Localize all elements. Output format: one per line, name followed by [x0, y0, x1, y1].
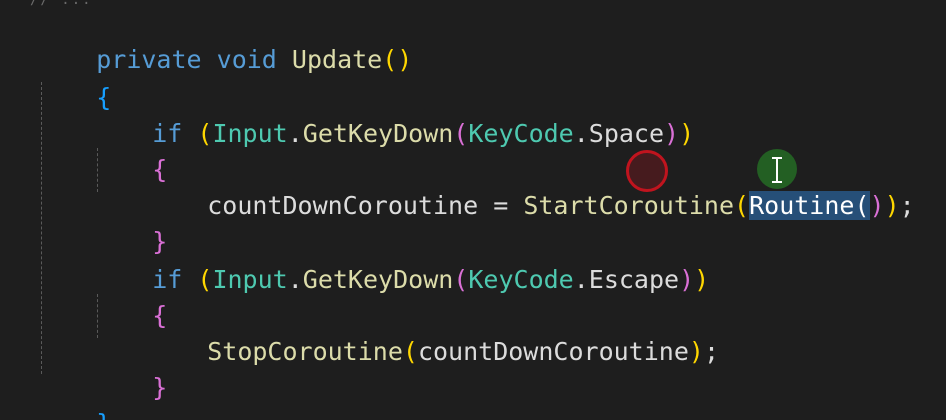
method-name-update: Update [291, 45, 383, 74]
paren-open: ( [854, 191, 870, 220]
code-line-stop-coroutine[interactable]: StopCoroutine(countDownCoroutine); [147, 298, 719, 366]
paren-open: ( [453, 119, 469, 148]
paren-close: ) [884, 191, 900, 220]
dot: . [287, 119, 303, 148]
paren-close: ) [679, 119, 695, 148]
code-line-close-brace-method[interactable]: } [36, 370, 111, 420]
code-line-start-coroutine[interactable]: countDownCoroutine = StartCoroutine(Rout… [147, 152, 915, 220]
paren-close: ) [664, 119, 680, 148]
text-cursor-icon [772, 157, 782, 183]
enum-member-escape: Escape [588, 265, 680, 294]
paren-open: ( [734, 191, 750, 220]
paren-close: ) [397, 45, 413, 74]
semicolon: ; [703, 337, 720, 366]
keyword-private: private [96, 45, 202, 74]
paren-close: ) [694, 265, 710, 294]
paren-open: ( [453, 265, 469, 294]
method-stop-coroutine: StopCoroutine [207, 337, 403, 366]
code-line-open-brace[interactable]: { [36, 44, 111, 112]
method-get-key-down: GetKeyDown [302, 265, 454, 294]
enum-keycode: KeyCode [468, 119, 574, 148]
paren-open: ( [382, 45, 398, 74]
paren-open: ( [197, 265, 213, 294]
click-indicator-red [626, 150, 668, 192]
selected-routine-call[interactable]: Routine [749, 191, 855, 220]
brace-close: } [96, 409, 111, 420]
code-line-method-signature[interactable]: private void Update() [36, 6, 412, 74]
code-line-open-brace[interactable]: { [92, 116, 167, 184]
variable-count-down-coroutine: countDownCoroutine [417, 337, 689, 366]
assign-operator: = [478, 191, 524, 220]
code-line-if-escape[interactable]: if (Input.GetKeyDown(KeyCode.Escape)) [92, 226, 709, 294]
paren-close: ) [679, 265, 695, 294]
variable-count-down-coroutine: countDownCoroutine [207, 191, 479, 220]
paren-open: ( [402, 337, 418, 366]
code-editor[interactable]: // ... private void Update() { if (Input… [0, 0, 946, 420]
code-line-close-brace[interactable]: } [92, 334, 167, 402]
code-line-if-space[interactable]: if (Input.GetKeyDown(KeyCode.Space)) [92, 80, 694, 148]
code-line-open-brace[interactable]: { [92, 262, 167, 330]
keyword-void: void [216, 45, 277, 74]
class-input: Input [212, 265, 288, 294]
dot: . [573, 119, 589, 148]
semicolon: ; [899, 191, 915, 220]
dot: . [287, 265, 303, 294]
method-start-coroutine: StartCoroutine [523, 191, 735, 220]
enum-member-space: Space [588, 119, 665, 148]
code-line-close-brace[interactable]: } [92, 188, 167, 256]
paren-open: ( [197, 119, 213, 148]
enum-keycode: KeyCode [468, 265, 574, 294]
brace-close: } [152, 373, 168, 402]
class-input: Input [212, 119, 288, 148]
paren-close: ) [869, 191, 885, 220]
dot: . [573, 265, 589, 294]
method-get-key-down: GetKeyDown [302, 119, 454, 148]
paren-close: ) [688, 337, 704, 366]
